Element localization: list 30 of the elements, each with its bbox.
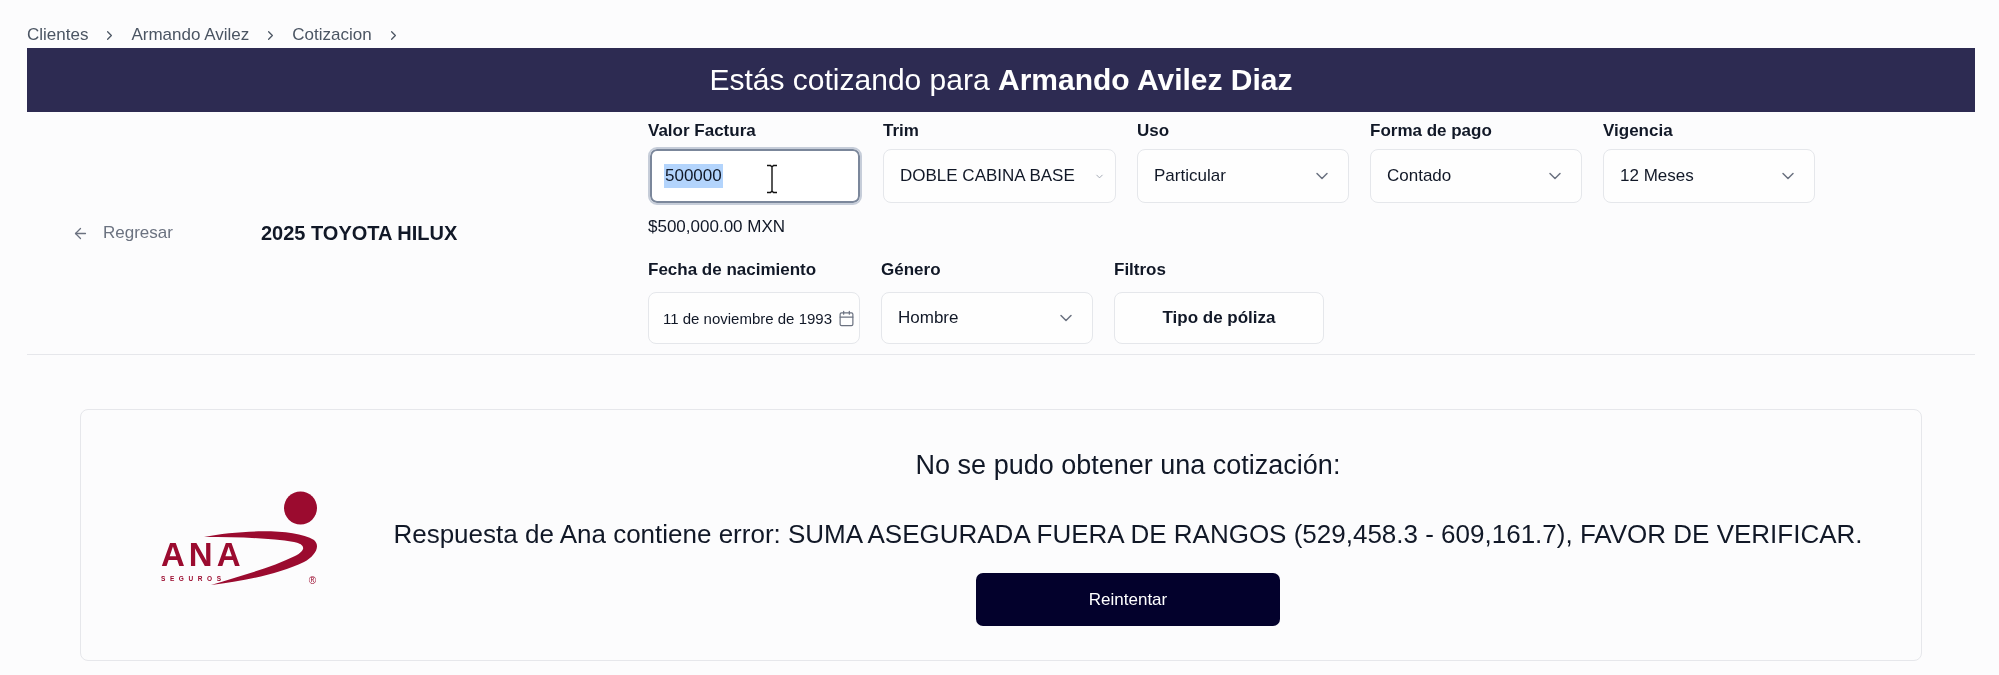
date-field[interactable]: 11 de noviembre de 1993 xyxy=(648,292,860,344)
registered-mark: ® xyxy=(308,574,317,586)
select-field[interactable]: DOBLE CABINA BASE xyxy=(883,149,1116,203)
field-label: Valor Factura xyxy=(648,121,757,141)
logo-wordmark: ANA xyxy=(161,535,245,573)
error-message: Respuesta de Ana contiene error: SUMA ASEGURADA FUERA DE RANGOS (529,458.3 - 609,161.7), FAVOR DE VERIFICAR. xyxy=(393,519,1863,549)
text-cursor-icon xyxy=(766,164,778,194)
input-field[interactable]: 500000 xyxy=(648,147,862,205)
field-label: Forma de pago xyxy=(1370,121,1493,141)
back-link[interactable]: Regresar xyxy=(72,223,173,243)
select-field[interactable]: 12 Meses xyxy=(1603,149,1815,203)
field-label: Trim xyxy=(883,121,920,141)
field-label: Género xyxy=(881,260,942,280)
error-title: No se pudo obtener una cotización: xyxy=(915,450,1341,481)
breadcrumb-link[interactable]: Cotizacion xyxy=(292,24,372,46)
breadcrumb-link[interactable]: Clientes xyxy=(27,24,89,46)
field-label: Vigencia xyxy=(1603,121,1674,141)
breadcrumb-link[interactable]: Armando Avilez xyxy=(131,24,250,46)
select-field[interactable]: Particular xyxy=(1137,149,1349,203)
select-field[interactable]: Contado xyxy=(1370,149,1582,203)
select-field[interactable]: Hombre xyxy=(881,292,1093,344)
filter-button[interactable]: Tipo de póliza xyxy=(1114,292,1324,344)
field-label: Filtros xyxy=(1114,260,1167,280)
vehicle-title: 2025 TOYOTA HILUX xyxy=(260,221,458,245)
calendar-icon xyxy=(838,309,855,327)
retry-button[interactable]: Reintentar xyxy=(976,573,1280,626)
field-hint: $500,000.00 MXN xyxy=(648,217,787,237)
field-label: Fecha de nacimiento xyxy=(648,260,818,280)
field-label: Uso xyxy=(1137,121,1171,141)
banner-text: Estás cotizando para Armando Avilez Diaz xyxy=(709,63,1293,97)
